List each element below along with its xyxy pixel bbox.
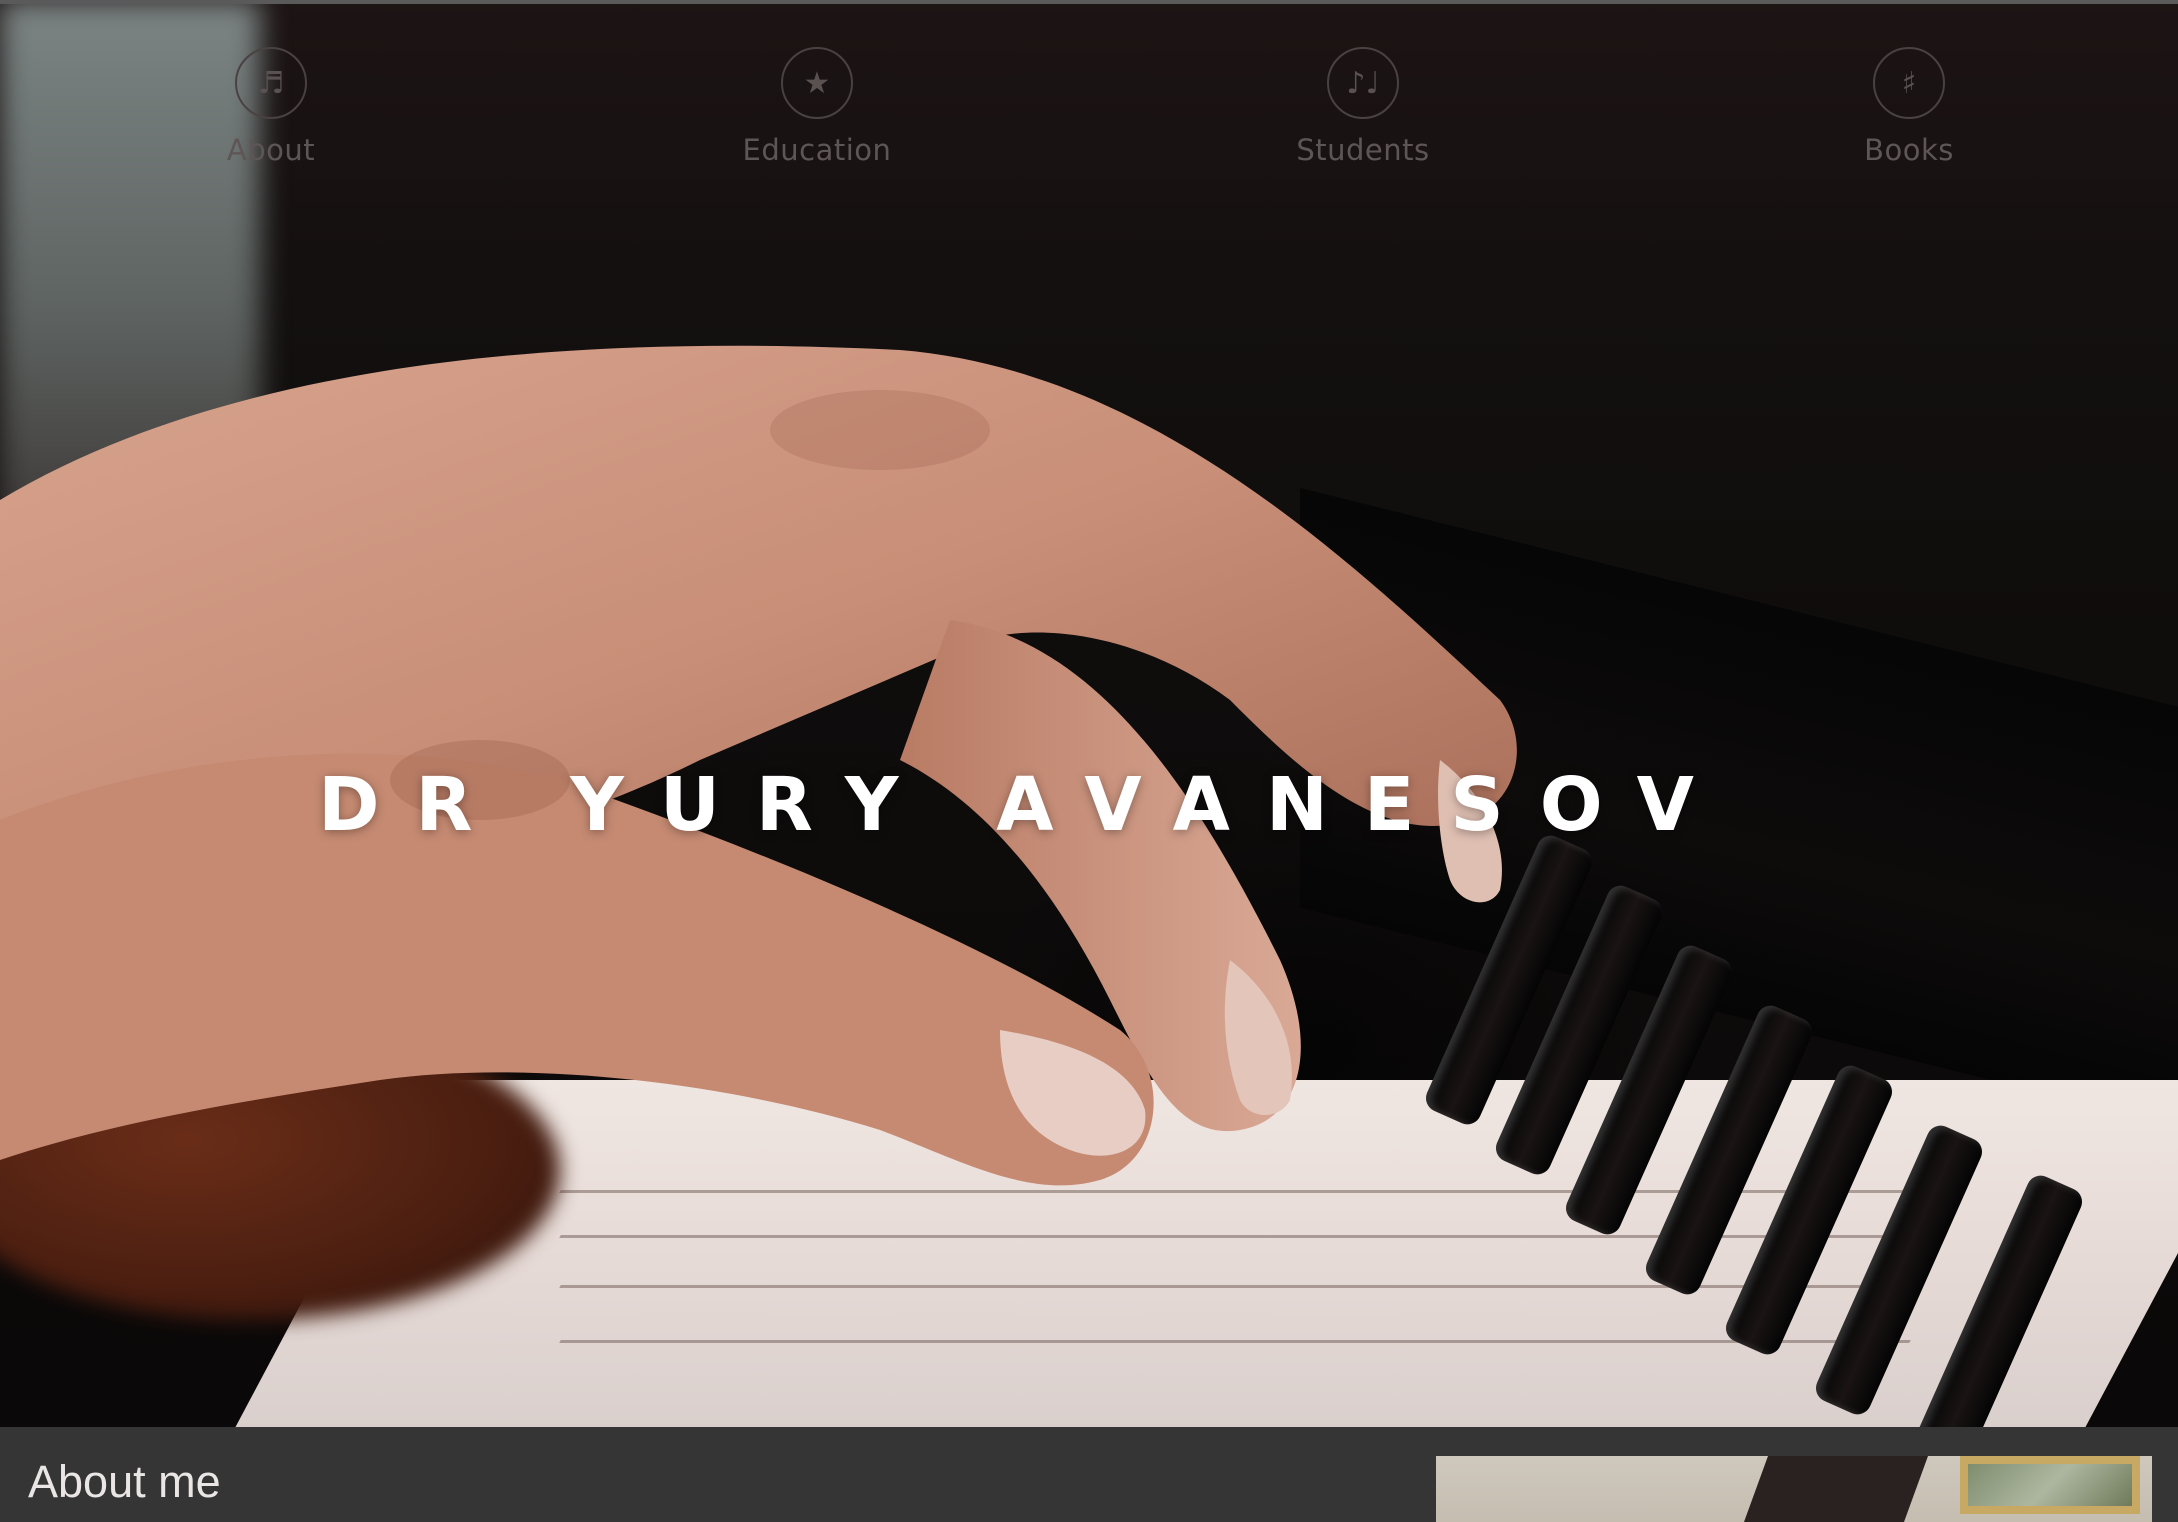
photo-piano [1743, 1456, 1929, 1522]
nav-item-about[interactable]: ♬ About [171, 47, 371, 167]
nav-label: Books [1864, 133, 1954, 167]
hero-title: DR YURY AVANESOV [318, 762, 1730, 848]
star-icon: ★ [781, 47, 853, 119]
hand-illustration [0, 345, 1517, 1186]
eighth-note-icon: ♬ [235, 47, 307, 119]
nav-label: Students [1296, 133, 1430, 167]
hero-section: ♬ About ★ Education ♪♩ Students ♯ Books … [0, 0, 2178, 1427]
about-photo [1436, 1456, 2152, 1522]
about-heading: About me [28, 1456, 221, 1507]
nav-item-education[interactable]: ★ Education [717, 47, 917, 167]
nav-item-books[interactable]: ♯ Books [1809, 47, 2009, 167]
nav-item-students[interactable]: ♪♩ Students [1263, 47, 1463, 167]
photo-painting [1960, 1456, 2140, 1514]
nav-label: About [226, 133, 316, 167]
top-border [0, 0, 2178, 4]
nav-label: Education [742, 133, 892, 167]
top-navigation: ♬ About ★ Education ♪♩ Students ♯ Books [0, 0, 2178, 200]
sharp-icon: ♯ [1873, 47, 1945, 119]
music-notes-icon: ♪♩ [1327, 47, 1399, 119]
